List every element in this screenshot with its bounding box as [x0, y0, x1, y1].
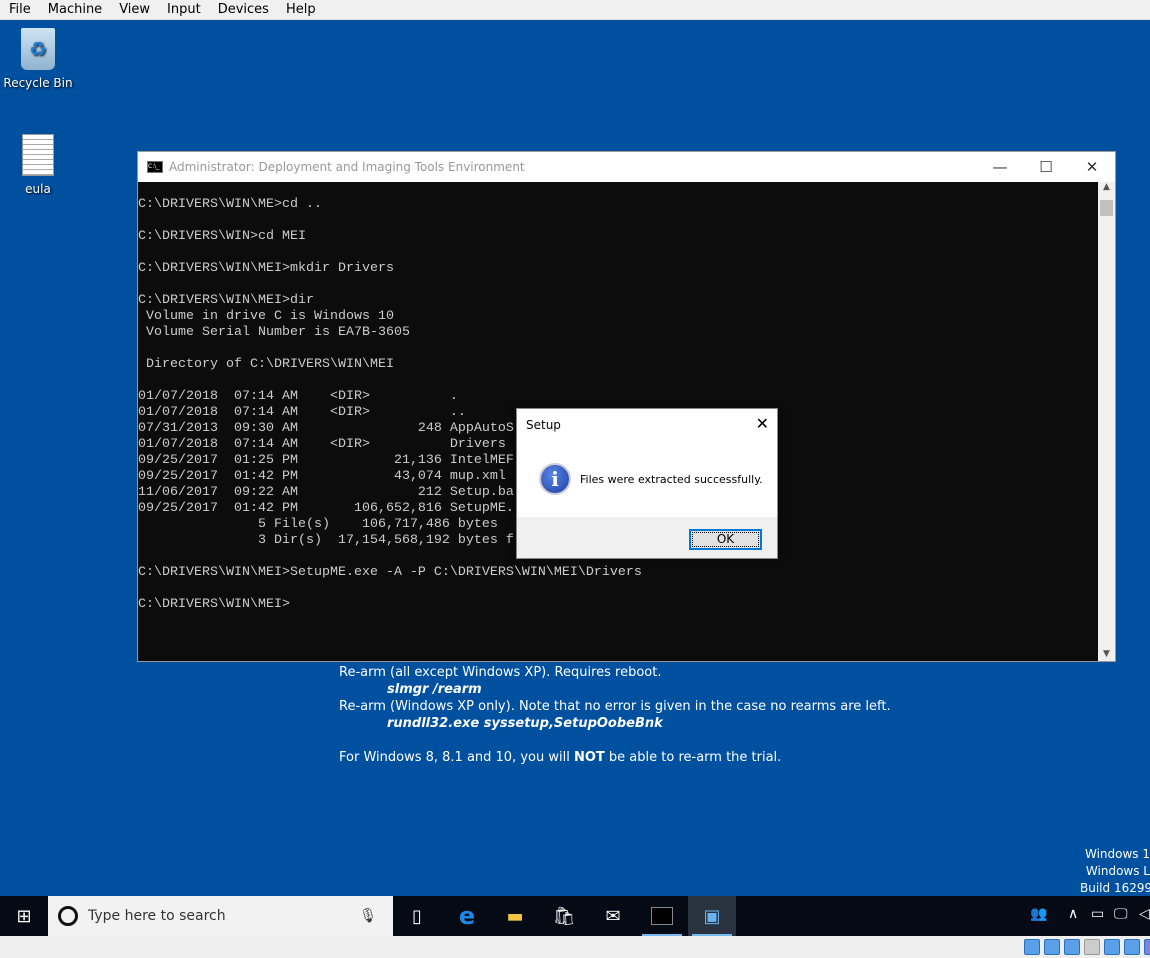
taskbar: ⊞ Type here to search 🎙 ▯ e ▬ 🛍 ✉ ▣ 👥 ∧ … — [0, 896, 1150, 936]
menu-devices[interactable]: Devices — [209, 0, 277, 19]
usb-icon[interactable] — [1144, 939, 1150, 955]
search-placeholder: Type here to search — [88, 908, 226, 924]
cmd-icon: C:\_ — [147, 161, 163, 173]
minimize-button[interactable]: — — [977, 152, 1023, 182]
desktop-icon-eula[interactable]: eula — [0, 134, 76, 196]
video-capture-icon[interactable] — [1124, 939, 1140, 955]
text-line: For Windows 8, 8.1 and 10, you will NOT … — [339, 749, 891, 766]
task-view-button[interactable]: ▯ — [393, 896, 441, 936]
shared-folders-icon[interactable] — [1084, 939, 1100, 955]
console-line: C:\DRIVERS\WIN\MEI>SetupME.exe -A -P C:\… — [138, 565, 642, 580]
show-hidden-icons-chevron-icon[interactable]: ∧ — [1068, 906, 1078, 922]
optical-drive-icon[interactable] — [1044, 939, 1060, 955]
menu-view[interactable]: View — [110, 0, 158, 19]
console-line: C:\DRIVERS\WIN>cd MEI — [138, 229, 306, 244]
virtualbox-app-icon: ▣ — [703, 905, 721, 927]
text-line: Re-arm (all except Windows XP). Requires… — [339, 665, 662, 680]
scrollbar-thumb[interactable] — [1100, 200, 1113, 216]
store-button[interactable]: 🛍 — [540, 896, 588, 936]
setup-dialog: Setup ✕ i Files were extracted successfu… — [516, 408, 778, 559]
console-window[interactable]: C:\_ Administrator: Deployment and Imagi… — [137, 151, 1116, 662]
bold-text: NOT — [573, 750, 605, 765]
console-title: Administrator: Deployment and Imaging To… — [169, 160, 525, 174]
eula-label: eula — [25, 182, 51, 196]
hard-disk-icon[interactable] — [1024, 939, 1040, 955]
watermark-line: Windows 1 — [1084, 847, 1150, 861]
windows-logo-icon: ⊞ — [16, 905, 32, 927]
dialog-footer: OK — [517, 517, 777, 558]
recycle-bin-icon: ♻ — [21, 28, 55, 70]
menu-input[interactable]: Input — [158, 0, 209, 19]
cmd-icon — [651, 907, 673, 925]
task-view-icon: ▯ — [412, 905, 422, 927]
dialog-title: Setup — [526, 418, 561, 432]
scrollbar[interactable]: ▲ ▼ — [1098, 182, 1115, 661]
mail-icon: ✉ — [605, 905, 621, 927]
network-icon[interactable]: 🖵 — [1114, 906, 1128, 922]
folder-icon: ▬ — [506, 905, 524, 927]
vm-status-bar — [0, 936, 1150, 958]
menu-help[interactable]: Help — [277, 0, 324, 19]
virtualbox-taskbar-button[interactable]: ▣ — [688, 896, 736, 936]
volume-muted-icon[interactable]: ◁ — [1139, 906, 1150, 922]
menu-file[interactable]: File — [0, 0, 39, 19]
command-prompt-taskbar-button[interactable] — [638, 896, 686, 936]
store-icon: 🛍 — [552, 905, 576, 927]
scroll-up-icon[interactable]: ▲ — [1098, 182, 1115, 192]
console-line: Volume Serial Number is EA7B-3605 — [138, 325, 410, 340]
desktop-icon-recycle-bin[interactable]: ♻ Recycle Bin — [0, 28, 76, 90]
console-line: Directory of C:\DRIVERS\WIN\MEI — [138, 357, 394, 372]
maximize-button[interactable]: ☐ — [1023, 152, 1069, 182]
file-explorer-button[interactable]: ▬ — [491, 896, 539, 936]
edge-icon: e — [458, 902, 476, 930]
command-text: rundll32.exe syssetup,SetupOobeBnk — [387, 716, 663, 731]
text-document-shortcut-icon — [22, 134, 54, 176]
network-adapter-icon[interactable] — [1064, 939, 1080, 955]
start-button[interactable]: ⊞ — [0, 896, 48, 936]
microphone-icon[interactable]: 🎙 — [359, 908, 377, 924]
dialog-message: Files were extracted successfully. — [580, 473, 763, 486]
console-line: C:\DRIVERS\WIN\MEI>dir — [138, 293, 314, 308]
close-button[interactable]: ✕ — [1069, 152, 1115, 182]
console-line: 01/07/2018 07:14 AM <DIR> . — [138, 389, 458, 404]
battery-icon[interactable]: ▭ — [1091, 906, 1104, 922]
vm-menubar: File Machine View Input Devices Help — [0, 0, 1150, 20]
recycle-bin-label: Recycle Bin — [3, 76, 73, 90]
command-text: slmgr /rearm — [387, 682, 482, 697]
watermark-line: Build 16299.r — [1080, 881, 1150, 895]
console-titlebar[interactable]: C:\_ Administrator: Deployment and Imagi… — [138, 152, 1115, 182]
console-line: C:\DRIVERS\WIN\ME>cd .. — [138, 197, 322, 212]
scroll-down-icon[interactable]: ▼ — [1098, 649, 1115, 659]
ok-button[interactable]: OK — [689, 529, 762, 550]
edge-button[interactable]: e — [443, 896, 491, 936]
cortana-icon — [58, 906, 78, 926]
text-line: Re-arm (Windows XP only). Note that no e… — [339, 699, 891, 714]
search-box[interactable]: Type here to search 🎙 — [48, 896, 393, 936]
display-icon[interactable] — [1104, 939, 1120, 955]
watermark-line: Windows L — [1085, 864, 1150, 878]
background-document-text: Re-arm (all except Windows XP). Requires… — [339, 664, 891, 766]
people-icon[interactable]: 👥 — [1030, 906, 1047, 922]
menu-machine[interactable]: Machine — [39, 0, 110, 19]
console-line: Volume in drive C is Windows 10 — [138, 309, 394, 324]
windows-watermark: Windows 1 Windows L Build 16299.r — [1080, 846, 1150, 897]
text: be able to re-arm the trial. — [604, 750, 782, 765]
information-icon: i — [539, 463, 571, 495]
text: For Windows 8, 8.1 and 10, you will — [339, 750, 574, 765]
dialog-close-button[interactable]: ✕ — [756, 414, 769, 433]
console-line: C:\DRIVERS\WIN\MEI>mkdir Drivers — [138, 261, 394, 276]
console-line: C:\DRIVERS\WIN\MEI> — [138, 597, 290, 612]
mail-button[interactable]: ✉ — [589, 896, 637, 936]
